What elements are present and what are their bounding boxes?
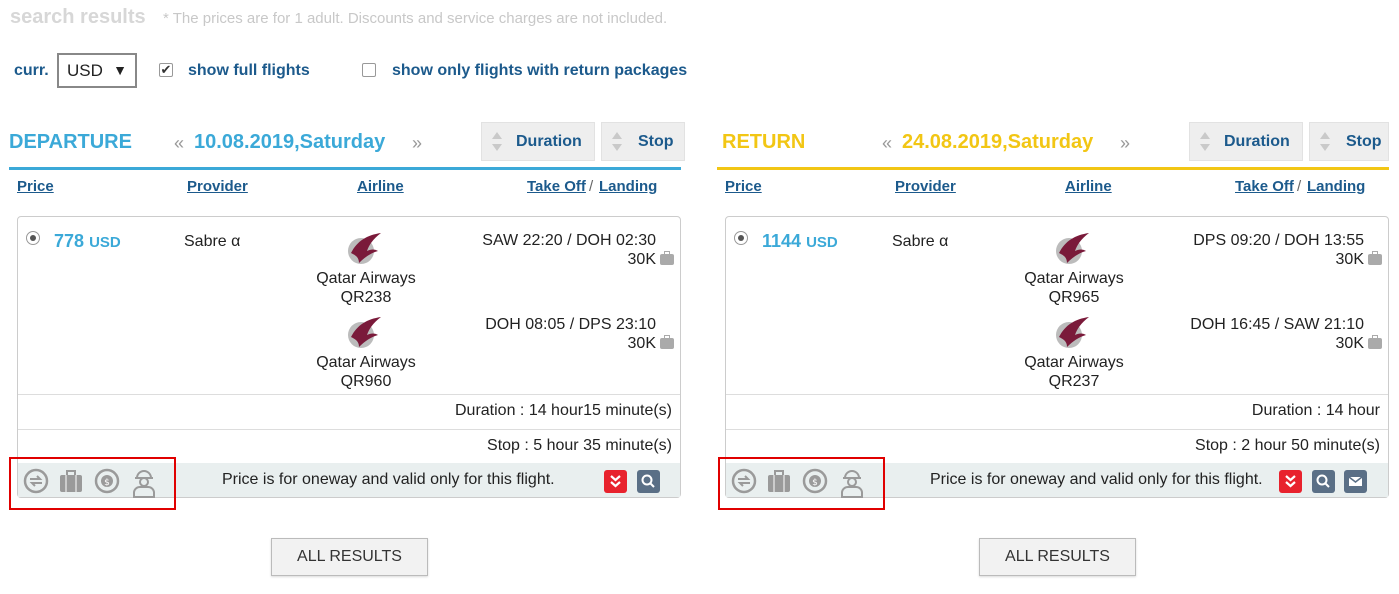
luggage-icon bbox=[1368, 335, 1382, 349]
sort-arrows-icon bbox=[1320, 132, 1330, 152]
sort-stop-button[interactable]: Stop bbox=[1309, 122, 1389, 161]
prev-day-link[interactable]: « bbox=[882, 133, 892, 154]
stop-duration: Stop : 2 hour 50 minute(s) bbox=[1195, 437, 1380, 454]
column-price[interactable]: Price bbox=[725, 178, 762, 195]
flight-number: QR237 bbox=[1048, 373, 1100, 390]
email-button[interactable] bbox=[1344, 470, 1367, 493]
total-duration: Duration : 14 hour bbox=[1251, 402, 1380, 419]
column-provider[interactable]: Provider bbox=[895, 178, 956, 195]
return-divider bbox=[717, 167, 1389, 170]
column-airline[interactable]: Airline bbox=[1065, 178, 1112, 195]
currency-value: USD bbox=[67, 61, 103, 80]
select-flight-radio[interactable] bbox=[26, 231, 40, 245]
qatar-airways-logo-icon bbox=[345, 315, 383, 351]
column-provider[interactable]: Provider bbox=[187, 178, 248, 195]
segment-times: SAW 22:20 / DOH 02:30 bbox=[482, 232, 656, 249]
airline-name: Qatar Airways bbox=[1024, 354, 1124, 371]
departure-panel: DEPARTURE « 10.08.2019,Saturday » Durati… bbox=[9, 120, 685, 590]
divider bbox=[18, 429, 680, 430]
stop-duration: Stop : 5 hour 35 minute(s) bbox=[487, 437, 672, 454]
column-airline[interactable]: Airline bbox=[357, 178, 404, 195]
show-full-flights-checkbox[interactable]: ✔ bbox=[159, 63, 173, 77]
departure-date: 10.08.2019,Saturday bbox=[194, 131, 386, 153]
return-packages-label[interactable]: show only flights with return packages bbox=[392, 62, 687, 80]
select-flight-radio[interactable] bbox=[734, 231, 748, 245]
next-day-link[interactable]: » bbox=[412, 133, 422, 154]
segment-times: DOH 08:05 / DPS 23:10 bbox=[485, 316, 656, 333]
column-price[interactable]: Price bbox=[17, 178, 54, 195]
column-separator: / bbox=[589, 178, 594, 195]
segment-times: DOH 16:45 / SAW 21:10 bbox=[1190, 316, 1364, 333]
provider: Sabre α bbox=[892, 233, 949, 250]
prev-day-link[interactable]: « bbox=[174, 133, 184, 154]
baggage-allowance: 30K bbox=[1336, 251, 1382, 269]
dropdown-arrow-icon: ▼ bbox=[113, 62, 127, 78]
flight-number: QR960 bbox=[340, 373, 392, 390]
footer-note: Price is for oneway and valid only for t… bbox=[222, 471, 555, 488]
sort-duration-button[interactable]: Duration bbox=[1189, 122, 1303, 161]
divider bbox=[726, 429, 1388, 430]
airline-name: Qatar Airways bbox=[316, 270, 416, 287]
departure-title: DEPARTURE bbox=[9, 131, 132, 153]
flight-number: QR238 bbox=[340, 289, 392, 306]
luggage-icon bbox=[1368, 251, 1382, 265]
qatar-airways-logo-icon bbox=[1053, 231, 1091, 267]
luggage-icon bbox=[660, 251, 674, 265]
luggage-icon bbox=[660, 335, 674, 349]
divider bbox=[726, 394, 1388, 395]
next-day-link[interactable]: » bbox=[1120, 133, 1130, 154]
flight-number: QR965 bbox=[1048, 289, 1100, 306]
all-results-button[interactable]: ALL RESULTS bbox=[979, 538, 1136, 576]
airline-name: Qatar Airways bbox=[316, 354, 416, 371]
highlight-box bbox=[718, 457, 885, 510]
baggage-allowance: 30K bbox=[628, 251, 674, 269]
flight-card: 778 USD Sabre α Qatar Airways QR238 SAW … bbox=[17, 216, 681, 498]
expand-details-button[interactable] bbox=[1279, 470, 1302, 493]
column-takeoff[interactable]: Take Off bbox=[527, 178, 586, 195]
all-results-button[interactable]: ALL RESULTS bbox=[271, 538, 428, 576]
provider: Sabre α bbox=[184, 233, 241, 250]
baggage-allowance: 30K bbox=[1336, 335, 1382, 353]
search-details-button[interactable] bbox=[1312, 470, 1335, 493]
search-details-button[interactable] bbox=[637, 470, 660, 493]
sort-stop-button[interactable]: Stop bbox=[601, 122, 685, 161]
column-separator: / bbox=[1297, 178, 1302, 195]
return-date: 24.08.2019,Saturday bbox=[902, 131, 1094, 153]
price: 1144 USD bbox=[762, 231, 838, 251]
column-landing[interactable]: Landing bbox=[599, 178, 657, 195]
expand-details-button[interactable] bbox=[604, 470, 627, 493]
baggage-allowance: 30K bbox=[628, 335, 674, 353]
return-panel: RETURN « 24.08.2019,Saturday » Duration … bbox=[717, 120, 1389, 590]
segment-times: DPS 09:20 / DOH 13:55 bbox=[1193, 232, 1364, 249]
currency-select[interactable]: USD ▼ bbox=[57, 53, 137, 88]
sort-arrows-icon bbox=[612, 132, 622, 152]
qatar-airways-logo-icon bbox=[345, 231, 383, 267]
column-landing[interactable]: Landing bbox=[1307, 178, 1365, 195]
divider bbox=[18, 394, 680, 395]
price: 778 USD bbox=[54, 231, 121, 251]
sort-duration-button[interactable]: Duration bbox=[481, 122, 595, 161]
footer-note: Price is for oneway and valid only for t… bbox=[930, 471, 1263, 488]
flight-card: 1144 USD Sabre α Qatar Airways QR965 DPS… bbox=[725, 216, 1389, 498]
highlight-box bbox=[9, 457, 176, 510]
search-results-title: search results bbox=[10, 6, 146, 28]
departure-divider bbox=[9, 167, 681, 170]
currency-label: curr. bbox=[14, 62, 49, 79]
airline-name: Qatar Airways bbox=[1024, 270, 1124, 287]
return-packages-checkbox[interactable] bbox=[362, 63, 376, 77]
qatar-airways-logo-icon bbox=[1053, 315, 1091, 351]
price-currency: USD bbox=[806, 234, 838, 251]
sort-arrows-icon bbox=[1200, 132, 1210, 152]
price-note: * The prices are for 1 adult. Discounts … bbox=[163, 10, 668, 27]
sort-arrows-icon bbox=[492, 132, 502, 152]
total-duration: Duration : 14 hour15 minute(s) bbox=[455, 402, 672, 419]
price-currency: USD bbox=[89, 234, 121, 251]
show-full-flights-label[interactable]: show full flights bbox=[188, 62, 310, 80]
column-takeoff[interactable]: Take Off bbox=[1235, 178, 1294, 195]
return-title: RETURN bbox=[722, 131, 806, 153]
